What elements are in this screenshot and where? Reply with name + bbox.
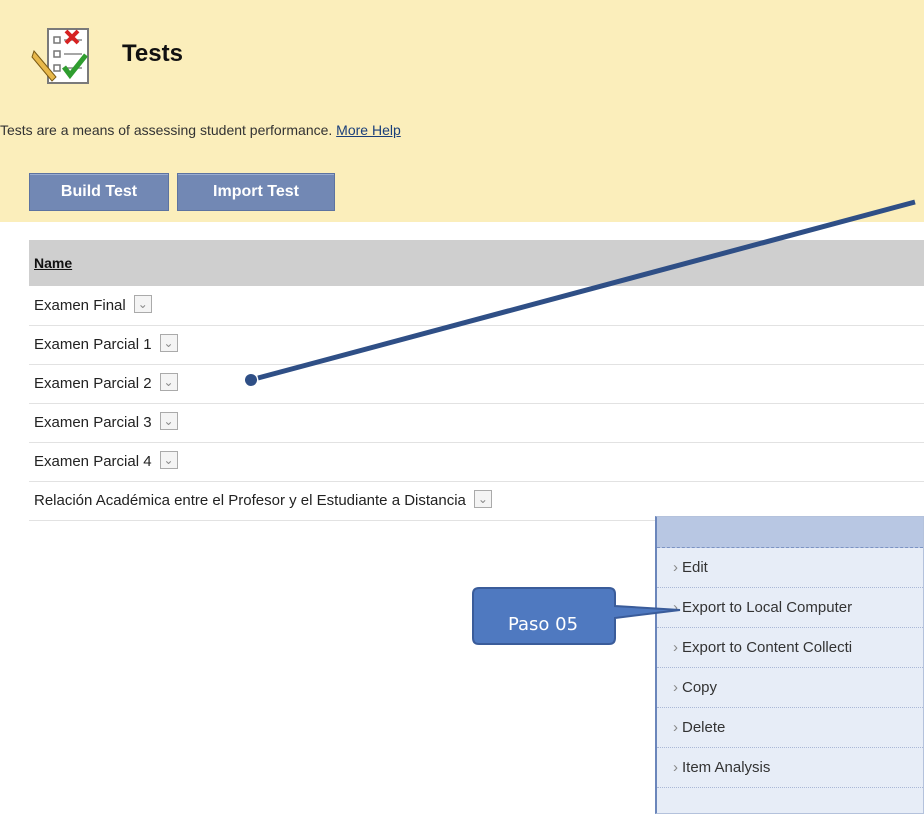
context-menu-header <box>657 517 923 548</box>
chevron-down-icon[interactable]: ⌄ <box>159 373 178 392</box>
name-column-header[interactable]: Name <box>34 255 72 271</box>
chevron-down-icon[interactable]: ⌄ <box>159 334 178 353</box>
annotation-callout: Paso 05 <box>471 588 615 644</box>
test-name[interactable]: Examen Final <box>34 297 126 314</box>
menu-item-edit[interactable]: › Edit <box>657 548 923 588</box>
context-menu: › Edit › Export to Local Computer › Export … <box>655 516 924 814</box>
build-test-button[interactable]: Build Test <box>29 173 169 211</box>
table-row: Examen Final ⌄ <box>29 287 924 326</box>
description-text: Tests are a means of assessing student p… <box>0 122 333 138</box>
table-row: Examen Parcial 2 ⌄ <box>29 365 924 404</box>
chevron-down-icon[interactable]: ⌄ <box>159 412 178 431</box>
test-name[interactable]: Examen Parcial 4 <box>34 453 152 470</box>
chevron-down-icon[interactable]: ⌄ <box>159 451 178 470</box>
callout-label: Paso 05 <box>507 614 579 635</box>
menu-item-delete[interactable]: › Delete <box>657 708 923 748</box>
test-name[interactable]: Examen Parcial 3 <box>34 414 152 431</box>
menu-item-export-content-collection[interactable]: › Export to Content Collecti <box>657 628 923 668</box>
test-checklist-icon <box>31 28 89 84</box>
page-header: Tests Tests are a means of assessing stu… <box>0 0 924 222</box>
menu-item-export-local[interactable]: › Export to Local Computer <box>657 588 923 628</box>
table-row: Examen Parcial 4 ⌄ <box>29 443 924 482</box>
menu-item-item-analysis[interactable]: › Item Analysis <box>657 748 923 788</box>
test-name[interactable]: Examen Parcial 1 <box>34 336 152 353</box>
table-row: Examen Parcial 3 ⌄ <box>29 404 924 443</box>
import-test-button[interactable]: Import Test <box>177 173 335 211</box>
chevron-down-icon[interactable]: ⌄ <box>473 490 492 509</box>
page-title: Tests <box>122 40 183 67</box>
table-header: Name <box>29 240 924 286</box>
test-name[interactable]: Examen Parcial 2 <box>34 375 152 392</box>
table-row: Examen Parcial 1 ⌄ <box>29 326 924 365</box>
chevron-down-icon[interactable]: ⌄ <box>133 295 152 314</box>
more-help-link[interactable]: More Help <box>336 122 401 138</box>
menu-item-copy[interactable]: › Copy <box>657 668 923 708</box>
test-name[interactable]: Relación Académica entre el Profesor y e… <box>34 492 466 509</box>
page-description: Tests are a means of assessing student p… <box>0 122 401 138</box>
